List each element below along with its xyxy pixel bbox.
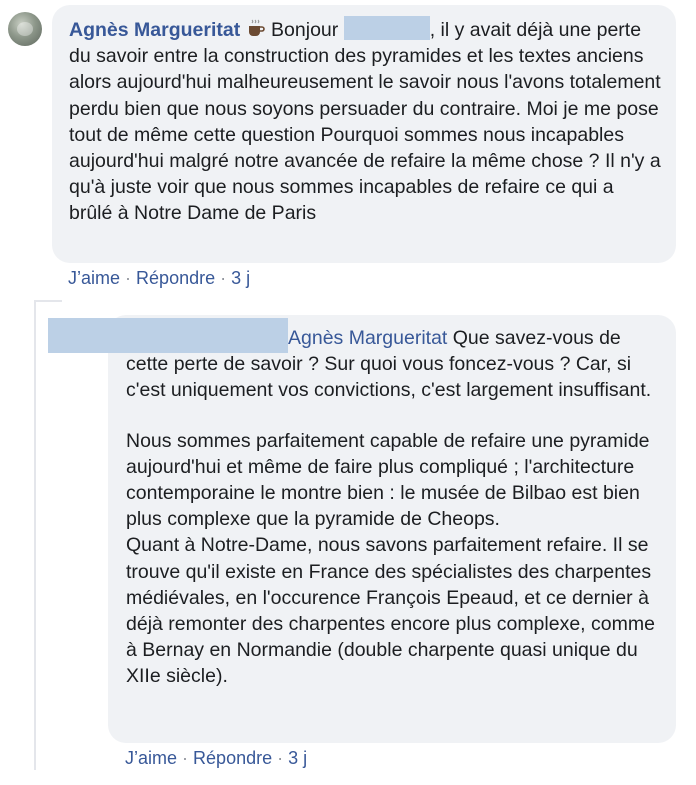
comment-author-link[interactable]: Agnès Margueritat: [69, 19, 240, 41]
comment-body: , il y avait déjà une perte du savoir en…: [69, 19, 661, 225]
comment-actions: J’aime · Répondre · 3 j: [68, 268, 250, 289]
reply-bubble: Agnès Margueritat Que savez-vous de cett…: [108, 315, 676, 743]
reply-link[interactable]: Répondre: [193, 748, 272, 768]
coffee-icon: [246, 18, 266, 38]
like-link[interactable]: J’aime: [125, 748, 177, 768]
mention-link[interactable]: Agnès Margueritat: [288, 327, 447, 349]
avatar[interactable]: [8, 12, 42, 46]
separator: ·: [220, 268, 227, 288]
separator: ·: [277, 748, 284, 768]
reply-link[interactable]: Répondre: [136, 268, 215, 288]
redacted-author: [48, 318, 288, 353]
comment-bubble: Agnès Margueritat Bonjour , il y avait d…: [52, 5, 676, 263]
reply-paragraph: Nous sommes parfaitement capable de refa…: [126, 428, 662, 690]
timestamp-link[interactable]: 3 j: [288, 748, 307, 768]
reply-thread-line: [34, 300, 36, 770]
reply-text: Quant à Notre-Dame, nous savons parfaite…: [126, 534, 655, 688]
separator: ·: [182, 748, 189, 768]
redacted-name: [343, 16, 430, 40]
separator: ·: [125, 268, 132, 288]
timestamp-link[interactable]: 3 j: [231, 268, 250, 288]
reply-actions: J’aime · Répondre · 3 j: [125, 748, 307, 769]
reply-thread-elbow: [34, 300, 62, 302]
comment-text: Agnès Margueritat Bonjour , il y avait d…: [69, 16, 662, 227]
reply-text: Nous sommes parfaitement capable de refa…: [126, 429, 650, 531]
like-link[interactable]: J’aime: [68, 268, 120, 288]
greeting-text: Bonjour: [271, 19, 339, 41]
